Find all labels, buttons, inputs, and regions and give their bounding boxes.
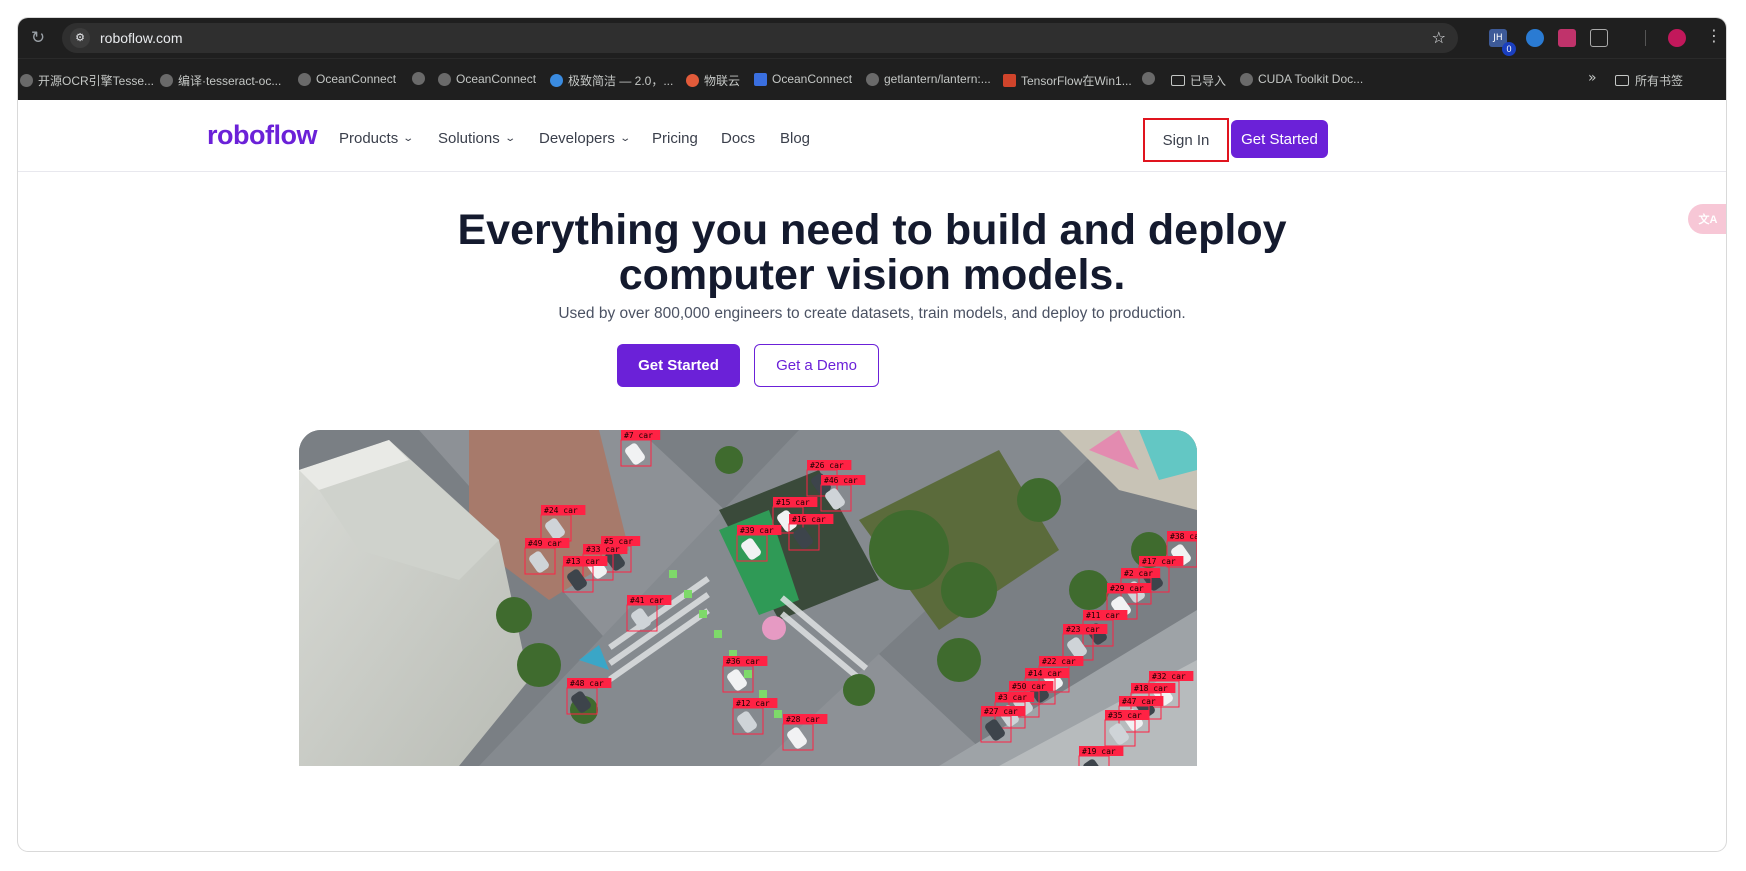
detection-label: #50 car [1012, 682, 1046, 691]
nav-docs[interactable]: Docs [721, 130, 755, 147]
hero-aerial-image: #7 car #26 car #46 car #15 car #16 car #24 ca… [299, 430, 1197, 766]
folder-icon [1171, 75, 1185, 86]
profile-avatar[interactable] [1668, 29, 1686, 47]
github-icon [160, 74, 173, 87]
bookmark-item[interactable]: CUDA Toolkit Doc... [1240, 72, 1363, 86]
detection-label: #24 car [544, 506, 578, 515]
detection-label: #36 car [726, 657, 760, 666]
detection-label: #18 car [1134, 684, 1168, 693]
bookmark-item[interactable]: TensorFlow在Win1... [1003, 72, 1132, 89]
detection-label: #15 car [776, 498, 810, 507]
github-icon [866, 72, 879, 86]
get-started-button[interactable]: Get Started [617, 344, 740, 387]
bookmark-star-icon[interactable]: ☆ [1432, 28, 1446, 47]
nav-developers[interactable]: Developers ⌄ [539, 130, 631, 147]
cloud-icon [686, 74, 699, 87]
drop-icon [550, 74, 563, 87]
bookmark-item[interactable] [412, 72, 430, 85]
aerial-scene: #7 car #26 car #46 car #15 car #16 car #24 ca… [299, 430, 1197, 766]
bar-chart-icon [754, 72, 767, 86]
extension-translate-icon[interactable] [1558, 29, 1576, 47]
detection-label: #47 car [1122, 697, 1156, 706]
detection-label: #17 car [1142, 557, 1176, 566]
detection-label: #22 car [1042, 657, 1076, 666]
bookmark-item[interactable]: 极致简洁 — 2.0，... [550, 72, 673, 89]
detection-label: #2 car [1124, 569, 1153, 578]
hero-title: Everything you need to build and deploy … [457, 206, 1287, 299]
roboflow-logo[interactable]: roboflow [207, 120, 317, 151]
nav-solutions[interactable]: Solutions ⌄ [438, 130, 516, 147]
detection-label: #46 car [824, 476, 858, 485]
browser-toolbar: ↻ ⚙ roboflow.com ☆ JH 0 ⋮ [18, 18, 1726, 58]
bookmark-item[interactable]: OceanConnect [754, 72, 852, 86]
nav-blog[interactable]: Blog [780, 130, 810, 147]
chevron-down-icon: ⌄ [504, 133, 516, 144]
get-started-nav-button[interactable]: Get Started [1231, 120, 1328, 158]
extension-badge: 0 [1502, 42, 1516, 56]
bookmark-item[interactable]: 物联云 [686, 72, 740, 89]
detection-label: #48 car [570, 679, 604, 688]
bookmarks-bar: 开源OCR引擎Tesse... 编译·tesseract-oc... Ocean… [18, 58, 1726, 100]
detection-label: #19 car [1082, 747, 1116, 756]
detection-label: #32 car [1152, 672, 1186, 681]
detection-label: #7 car [624, 431, 653, 440]
nav-products[interactable]: Products ⌄ [339, 130, 415, 147]
detection-label: #26 car [810, 461, 844, 470]
nav-pricing[interactable]: Pricing [652, 130, 698, 147]
globe-icon [1142, 72, 1155, 85]
bookmark-folder[interactable]: 已导入 [1171, 72, 1226, 89]
detection-label: #38 car [1170, 532, 1197, 541]
browser-window: ↻ ⚙ roboflow.com ☆ JH 0 ⋮ 开源OCR引擎Tesse..… [18, 18, 1726, 851]
detection-label: #41 car [630, 596, 664, 605]
detection-label: #49 car [528, 539, 562, 548]
detection-label: #13 car [566, 557, 600, 566]
extension-chat-icon[interactable] [1526, 29, 1544, 47]
site-info-icon[interactable]: ⚙ [70, 28, 90, 48]
detection-label: #14 car [1028, 669, 1062, 678]
extensions-puzzle-icon[interactable] [1590, 29, 1608, 47]
detection-label: #33 car [586, 545, 620, 554]
detection-label: #29 car [1110, 584, 1144, 593]
detection-label: #28 car [786, 715, 820, 724]
detection-label: #35 car [1108, 711, 1142, 720]
bookmark-item[interactable]: OceanConnect [438, 72, 536, 86]
bookmark-favicon-icon [20, 74, 33, 87]
reload-icon[interactable]: ↻ [28, 28, 48, 48]
globe-icon [298, 72, 311, 86]
get-a-demo-button[interactable]: Get a Demo [754, 344, 879, 387]
bookmark-item[interactable]: 开源OCR引擎Tesse... [20, 72, 154, 89]
globe-icon [438, 72, 451, 86]
bookmark-item[interactable] [1142, 72, 1160, 85]
detection-label: #3 car [998, 693, 1027, 702]
detection-label: #16 car [792, 515, 826, 524]
csdn-icon [1003, 74, 1016, 87]
globe-icon [412, 72, 425, 85]
bookmark-item[interactable]: getlantern/lantern:... [866, 72, 991, 86]
detection-label: #27 car [984, 707, 1018, 716]
bookmark-item[interactable]: 编译·tesseract-oc... [160, 72, 281, 89]
detection-label: #23 car [1066, 625, 1100, 634]
bookmark-item[interactable]: OceanConnect [298, 72, 396, 86]
detection-label: #39 car [740, 526, 774, 535]
globe-icon [1240, 72, 1253, 86]
bookmarks-overflow-icon[interactable]: » [1588, 70, 1597, 86]
chevron-down-icon: ⌄ [619, 133, 631, 144]
all-bookmarks-folder[interactable]: 所有书签 [1615, 72, 1683, 89]
toolbar-divider [1645, 30, 1646, 46]
site-header: roboflow Products ⌄ Solutions ⌄ Developers… [18, 100, 1726, 172]
chevron-down-icon: ⌄ [402, 133, 415, 144]
browser-menu-icon[interactable]: ⋮ [1706, 26, 1722, 45]
detection-label: #11 car [1086, 611, 1120, 620]
url-text[interactable]: roboflow.com [100, 30, 182, 46]
address-bar[interactable]: ⚙ roboflow.com ☆ [62, 23, 1458, 53]
hero-subtitle: Used by over 800,000 engineers to create… [558, 305, 1186, 322]
detection-label: #12 car [736, 699, 770, 708]
sign-in-button[interactable]: Sign In [1143, 118, 1229, 162]
folder-icon [1615, 75, 1629, 86]
